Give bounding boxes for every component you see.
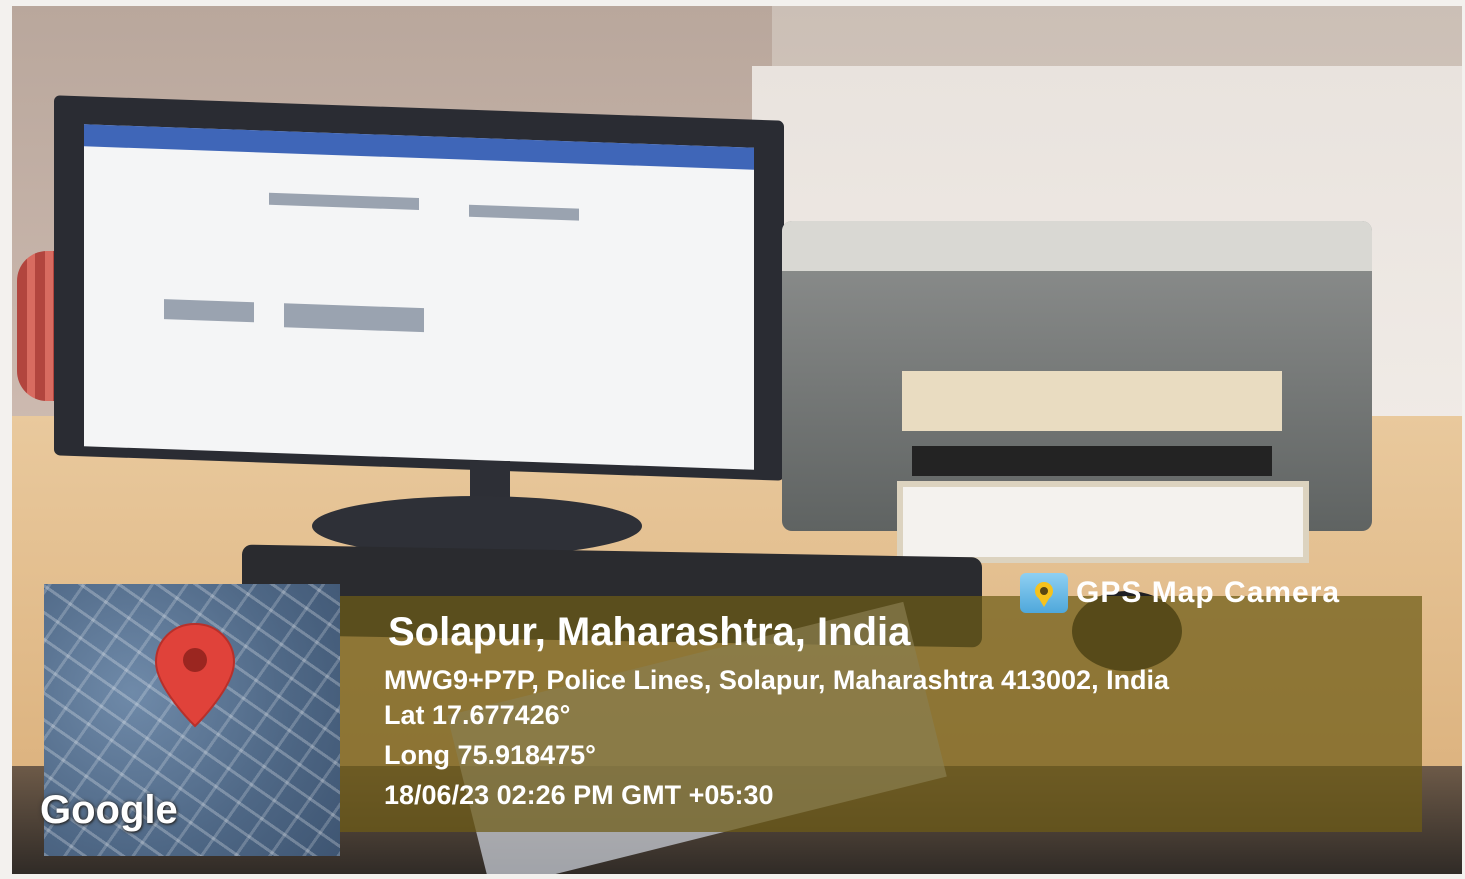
timestamp-line: 18/06/23 02:26 PM GMT +05:30 [384,780,774,810]
longitude-line: Long 75.918475° [384,740,596,770]
address-line: MWG9+P7P, Police Lines, Solapur, Maharas… [384,665,1170,695]
location-title: Solapur, Maharashtra, India [388,610,911,654]
monitor-screen [84,124,754,470]
latitude-line: Lat 17.677426° [384,700,571,730]
google-attribution: Google [40,788,178,832]
app-name: GPS Map Camera [1076,576,1341,609]
gps-map-camera-app-icon [1020,573,1068,613]
computer-monitor [54,95,784,481]
map-pin-icon [154,622,236,728]
map-pin-shape [154,622,236,728]
printer [782,221,1372,563]
